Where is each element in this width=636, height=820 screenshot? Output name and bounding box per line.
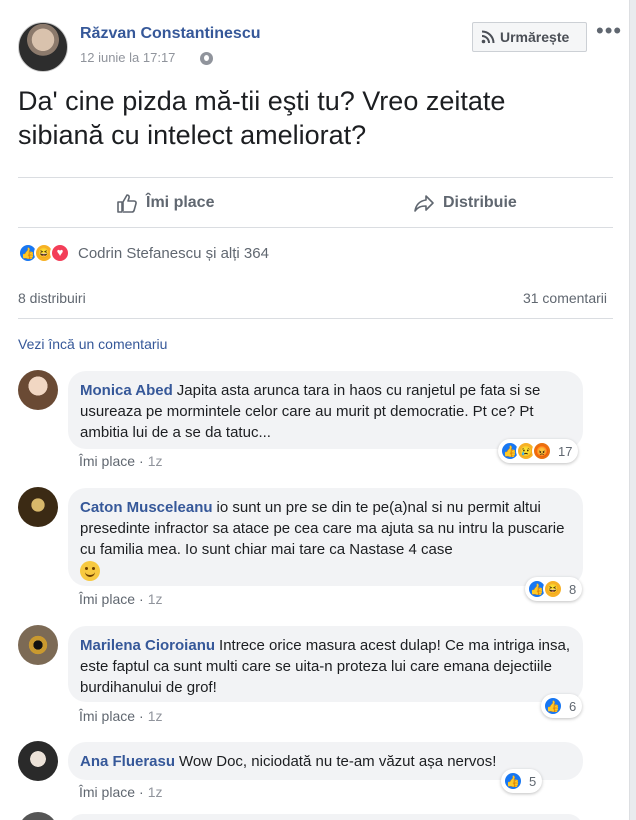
comment-age[interactable]: 1z <box>148 784 163 800</box>
angry-reaction-icon: 😡 <box>532 441 552 461</box>
like-button[interactable]: Îmi place <box>116 186 214 220</box>
rss-icon <box>481 30 495 44</box>
share-arrow-icon <box>414 195 434 212</box>
comment-author[interactable]: Marilena Cioroianu <box>80 637 215 654</box>
smile-emoji-icon <box>80 561 100 582</box>
divider <box>18 318 613 319</box>
comment-reaction-count: 5 <box>529 773 537 789</box>
comment-reactions[interactable]: 👍 5 <box>501 769 543 793</box>
comment-author[interactable]: Ana Fluerasu <box>80 753 175 770</box>
post-card: Răzvan Constantinescu 12 iunie la 17:17 … <box>0 0 630 820</box>
commenter-avatar[interactable] <box>18 741 58 781</box>
comment-age[interactable]: 1z <box>148 708 163 724</box>
comment-age[interactable]: 1z <box>148 453 163 469</box>
commenter-avatar[interactable] <box>18 625 58 665</box>
comment-reaction-count: 17 <box>558 443 573 459</box>
comment-author[interactable]: Monica Abed <box>80 382 173 399</box>
commenter-avatar[interactable] <box>18 487 58 527</box>
comment-bubble: Caton Musceleanu io sunt un pre se din te… <box>68 488 583 586</box>
comment-reaction-count: 8 <box>569 581 577 597</box>
comment-actions: Îmi place · 1z <box>79 708 163 724</box>
globe-icon <box>200 52 213 65</box>
comment-author[interactable]: Caton Musceleanu <box>80 499 213 516</box>
view-more-comments-link[interactable]: Vezi încă un comentariu <box>18 336 167 352</box>
comment-like-link[interactable]: Îmi place <box>79 784 135 800</box>
like-reaction-icon: 👍 <box>503 771 523 791</box>
comment-bubble: Marilena Cioroianu Intrece orice masura a… <box>68 626 583 702</box>
reactions-names[interactable]: Codrin Stefanescu și alți 364 <box>78 245 269 262</box>
comment-like-link[interactable]: Îmi place <box>79 591 135 607</box>
share-label: Distribuie <box>443 194 517 211</box>
post-timestamp[interactable]: 12 iunie la 17:17 <box>80 50 175 65</box>
thumbs-up-icon <box>117 194 137 213</box>
post-text: Da' cine pizda mă-tii eşti tu? Vreo zeit… <box>18 86 506 150</box>
follow-button[interactable]: Urmărește <box>472 22 587 52</box>
comment-reactions[interactable]: 👍 6 <box>541 694 583 718</box>
share-button[interactable]: Distribuie <box>413 186 517 220</box>
commenter-avatar[interactable] <box>18 370 58 410</box>
comment-like-link[interactable]: Îmi place <box>79 708 135 724</box>
like-label: Îmi place <box>146 194 215 211</box>
author-avatar[interactable] <box>18 22 68 72</box>
comment-actions: Îmi place · 1z <box>79 453 163 469</box>
comment-actions: Îmi place · 1z <box>79 784 163 800</box>
follow-label: Urmărește <box>500 29 570 45</box>
comment-text: Wow Doc, niciodată nu te-am văzut așa ne… <box>179 753 497 770</box>
divider <box>18 227 613 228</box>
comment-reaction-count: 6 <box>569 698 577 714</box>
more-options-icon[interactable]: ••• <box>596 20 622 42</box>
commenter-avatar[interactable] <box>18 812 58 820</box>
comment-like-link[interactable]: Îmi place <box>79 453 135 469</box>
comments-count[interactable]: 31 comentarii <box>523 290 607 306</box>
love-reaction-icon: ♥ <box>50 243 70 263</box>
comment-age[interactable]: 1z <box>148 591 163 607</box>
reactions-summary[interactable]: 👍 😆 ♥ Codrin Stefanescu și alți 364 <box>18 242 269 264</box>
comment-reactions[interactable]: 👍 😢 😡 17 <box>498 439 579 463</box>
divider <box>18 177 613 178</box>
comment-reactions[interactable]: 👍 😆 8 <box>525 577 583 601</box>
like-reaction-icon: 👍 <box>543 696 563 716</box>
post-author-name[interactable]: Răzvan Constantinescu <box>80 25 260 43</box>
haha-reaction-icon: 😆 <box>543 579 563 599</box>
comment-bubble <box>68 814 583 820</box>
comment-bubble: Monica Abed Japita asta arunca tara in ha… <box>68 371 583 449</box>
shares-count[interactable]: 8 distribuiri <box>18 290 86 306</box>
comment-actions: Îmi place · 1z <box>79 591 163 607</box>
